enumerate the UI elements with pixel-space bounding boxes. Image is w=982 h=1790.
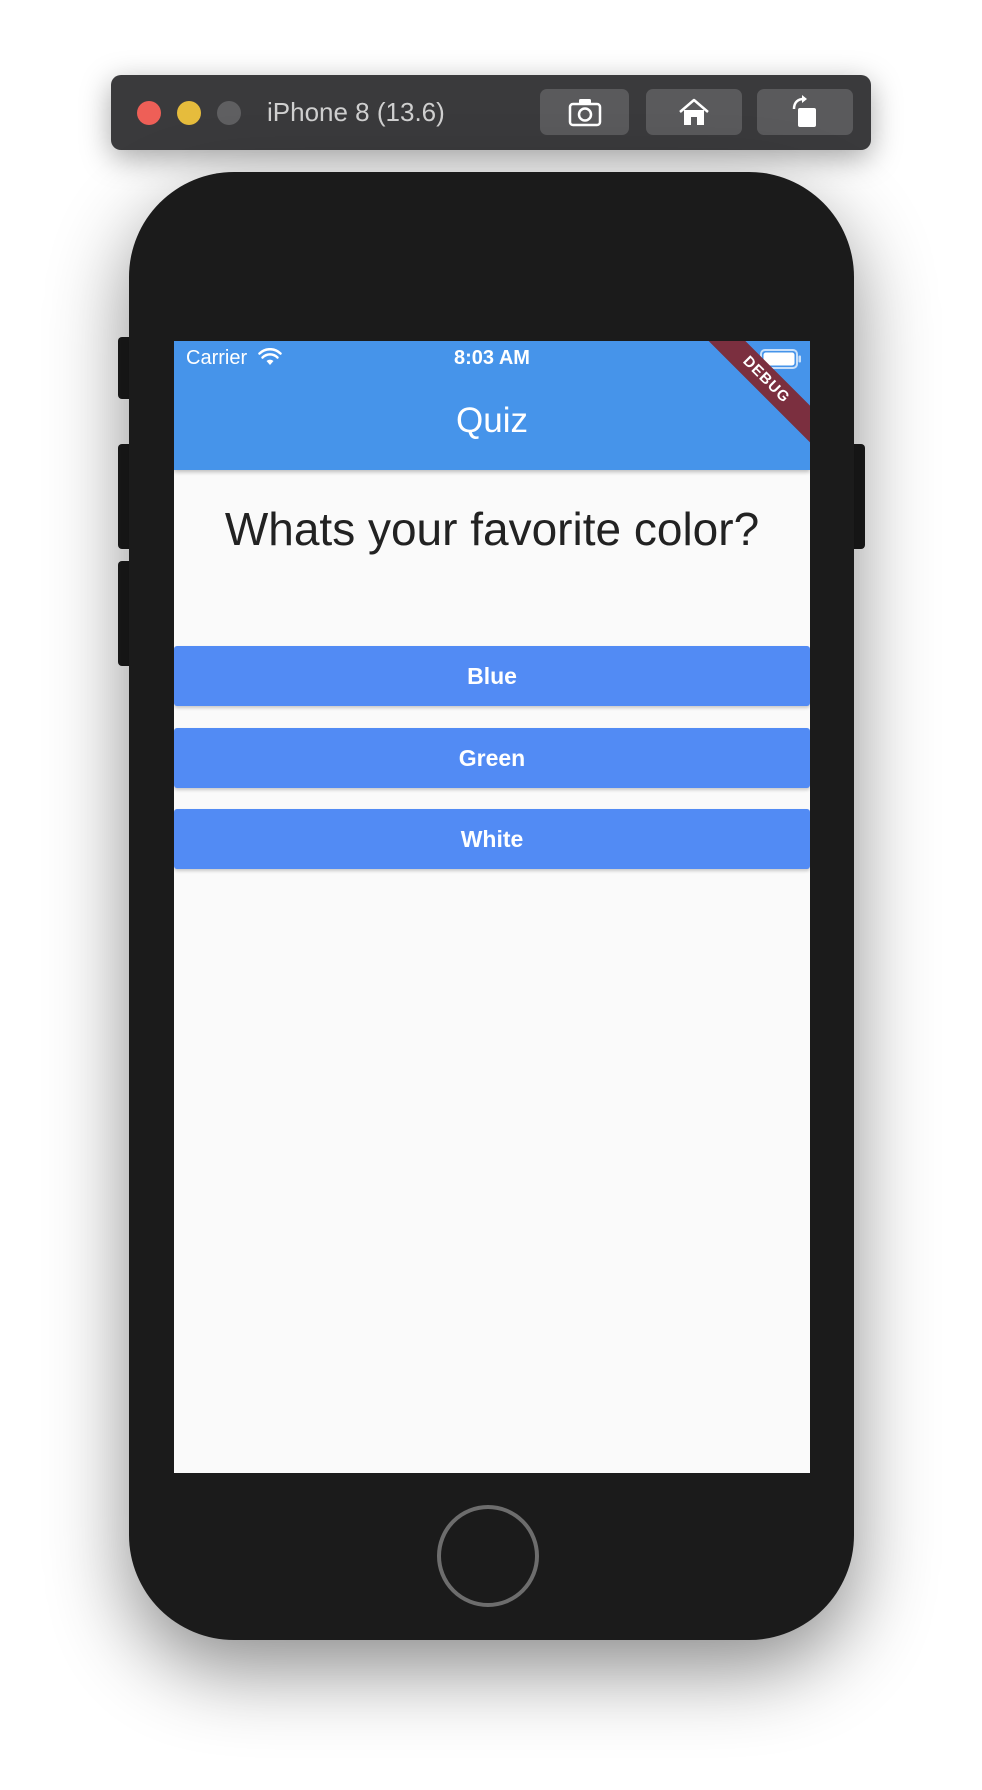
screenshot-button[interactable] [540, 89, 629, 135]
simulator-title: iPhone 8 (13.6) [267, 97, 445, 127]
answer-button-blue[interactable]: Blue [174, 646, 810, 706]
answer-button-green[interactable]: Green [174, 728, 810, 788]
answer-button-white[interactable]: White [174, 809, 810, 869]
close-window-button[interactable] [137, 101, 161, 125]
status-time: 8:03 AM [454, 347, 530, 369]
simulator-title-bar: iPhone 8 (13.6) [111, 75, 871, 150]
home-button-toolbar[interactable] [646, 89, 742, 135]
minimize-window-button[interactable] [177, 101, 201, 125]
stage: iPhone 8 (13.6) Carrier 8:03 AM Quiz DEB… [0, 0, 982, 1790]
app-screen: Carrier 8:03 AM Quiz DEBUG Whats your fa… [174, 341, 810, 1473]
app-title: Quiz [456, 401, 528, 440]
app-bar: Carrier 8:03 AM Quiz DEBUG [174, 341, 810, 470]
device-home-button[interactable] [437, 1505, 539, 1607]
rotate-button[interactable] [757, 89, 853, 135]
zoom-window-button[interactable] [217, 101, 241, 125]
quiz-question: Whats your favorite color? [224, 503, 760, 555]
power-button [853, 444, 865, 549]
screenshot-icon [568, 99, 601, 127]
rotate-icon [792, 95, 816, 127]
home-icon [679, 98, 709, 125]
